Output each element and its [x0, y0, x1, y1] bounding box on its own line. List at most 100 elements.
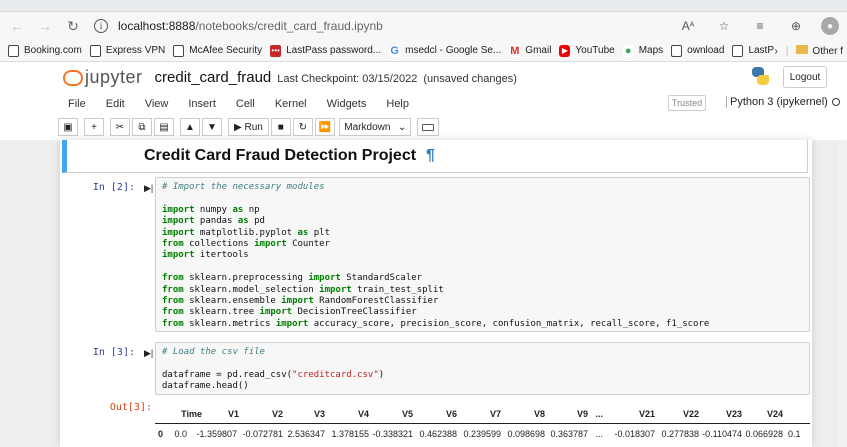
code-line: from sklearn.preprocessing import Standa…	[162, 273, 423, 284]
column-header: V8	[533, 409, 545, 419]
table-cell: 1.378155	[331, 429, 369, 439]
kernel-indicator: Python 3 (ipykernel)	[726, 96, 840, 108]
url-path: /notebooks/credit_card_fraud.ipynb	[195, 19, 383, 33]
table-header-row: Time V1 V2 V3 V4 V5 V6 V7 V8 V9 ... V21 …	[155, 406, 810, 424]
menu-file[interactable]: File	[68, 98, 86, 110]
bookmark-msedcl-google[interactable]: Gmsedcl - Google Se...	[389, 44, 501, 57]
column-header: V1	[227, 409, 239, 419]
table-cell: 0.277838	[661, 429, 699, 439]
menu-widgets[interactable]: Widgets	[327, 98, 367, 110]
profile-avatar[interactable]: ●	[821, 17, 839, 35]
paste-icon[interactable]: ▤	[154, 118, 174, 136]
run-cell-icon[interactable]: ▶|	[144, 348, 153, 359]
notebook-menubar: File Edit View Insert Cell Kernel Widget…	[58, 93, 840, 115]
code-line: from sklearn.tree import DecisionTreeCla…	[162, 307, 417, 318]
google-icon: G	[389, 44, 401, 57]
restart-icon[interactable]: ↻	[292, 118, 313, 136]
table-cell: 2.536347	[287, 429, 325, 439]
menu-view[interactable]: View	[145, 98, 169, 110]
bookmark-youtube[interactable]: ▶ YouTube	[559, 44, 615, 57]
table-cell: -0.072781	[242, 429, 283, 439]
column-header: V2	[271, 409, 283, 419]
run-button[interactable]: ▶ Run	[228, 118, 269, 136]
column-header: V22	[682, 409, 699, 419]
jupyter-orb-icon	[62, 68, 83, 86]
page-icon	[89, 44, 101, 57]
menu-cell[interactable]: Cell	[236, 98, 255, 110]
notebook-container: Credit Card Fraud Detection Project ¶ In …	[60, 140, 812, 447]
table-cell: 0.098698	[507, 429, 545, 439]
keyboard-icon	[422, 123, 435, 131]
jupyter-logo[interactable]: jupyter	[62, 67, 143, 88]
table-cell: 0.239599	[463, 429, 501, 439]
url-host: localhost:8888	[118, 19, 196, 33]
menu-insert[interactable]: Insert	[188, 98, 216, 110]
bookmark-download[interactable]: ownload	[671, 44, 724, 57]
chevron-right-icon[interactable]: ›	[774, 46, 777, 57]
favorites-list-icon[interactable]: ≡	[749, 15, 771, 37]
play-icon: ▶	[234, 121, 245, 133]
forward-arrow-icon[interactable]: →	[34, 15, 56, 37]
code-cell-load-csv[interactable]: # Load the csv file dataframe = pd.read_…	[155, 342, 810, 395]
page-icon	[8, 44, 19, 57]
bookmarks-divider: |	[785, 45, 789, 57]
anchor-link[interactable]: ¶	[426, 147, 435, 164]
trusted-indicator[interactable]: Trusted	[668, 95, 706, 111]
code-cell-imports[interactable]: # Import the necessary modules import nu…	[155, 177, 810, 332]
code-line: import numpy as np	[162, 204, 260, 215]
move-down-icon[interactable]: ▼	[202, 118, 222, 136]
column-header: V21	[638, 409, 655, 419]
run-cell-icon[interactable]: ▶|	[144, 183, 153, 194]
read-aloud-icon[interactable]: Aᴬ	[677, 15, 699, 37]
page-scrollbar[interactable]	[838, 140, 847, 447]
save-icon[interactable]: ▣	[58, 118, 78, 136]
gmail-icon: M	[509, 44, 521, 57]
bookmark-gmail[interactable]: M Gmail	[509, 44, 551, 57]
site-info-icon[interactable]: i	[94, 19, 108, 33]
cell-type-select[interactable]: Markdown ⌄	[339, 118, 412, 136]
bookmark-express-vpn[interactable]: Express VPN	[89, 44, 165, 57]
column-header: V6	[445, 409, 457, 419]
insert-cell-icon[interactable]: +	[84, 118, 104, 136]
bookmark-booking[interactable]: Booking.com	[8, 44, 82, 57]
menu-kernel[interactable]: Kernel	[275, 98, 307, 110]
url-field[interactable]: i localhost:8888/notebooks/credit_card_f…	[94, 19, 383, 33]
bookmark-lastpass-password[interactable]: ••• LastPass password...	[270, 44, 381, 57]
python-logo-icon	[750, 66, 770, 86]
restart-run-all-icon[interactable]: ⏩	[314, 118, 336, 136]
favorite-star-icon[interactable]: ☆	[713, 15, 735, 37]
code-line: import itertools	[162, 250, 249, 261]
copy-icon[interactable]: ⧉	[132, 118, 152, 136]
bookmark-mcafee[interactable]: McAfee Security	[173, 44, 262, 57]
markdown-cell-selected[interactable]: Credit Card Fraud Detection Project ¶	[62, 140, 808, 173]
interrupt-icon[interactable]: ■	[270, 118, 291, 136]
bookmark-maps[interactable]: ● Maps	[622, 44, 663, 57]
column-header: V3	[313, 409, 325, 419]
collections-icon[interactable]: ⊕	[785, 15, 807, 37]
menu-help[interactable]: Help	[386, 98, 409, 110]
other-favorites-folder[interactable]: Other f	[796, 45, 843, 57]
column-header: ...	[595, 409, 603, 419]
cut-icon[interactable]: ✂	[110, 118, 130, 136]
chevron-down-icon: ⌄	[397, 121, 407, 133]
maps-icon: ●	[622, 44, 634, 57]
command-palette-button[interactable]	[417, 118, 440, 136]
code-line: from collections import Counter	[162, 238, 331, 249]
back-arrow-icon[interactable]: ←	[6, 15, 28, 37]
page-icon	[173, 44, 185, 57]
menu-edit[interactable]: Edit	[106, 98, 125, 110]
code-line: import pandas as pd	[162, 216, 265, 227]
bookmarks-bar: Booking.com Express VPN McAfee Security …	[0, 40, 847, 62]
table-cell: 0.066928	[745, 429, 783, 439]
dataframe-output: Time V1 V2 V3 V4 V5 V6 V7 V8 V9 ... V21 …	[155, 406, 810, 442]
page-icon	[671, 44, 683, 57]
page-icon	[732, 44, 744, 57]
code-line: from sklearn.model_selection import trai…	[162, 284, 444, 295]
logout-button[interactable]: Logout	[783, 66, 827, 88]
column-header: V4	[357, 409, 369, 419]
column-header: V23	[725, 409, 742, 419]
notebook-name[interactable]: credit_card_fraud	[155, 69, 272, 86]
column-header: Time	[181, 409, 202, 419]
reload-icon[interactable]: ↻	[62, 15, 84, 37]
move-up-icon[interactable]: ▲	[180, 118, 200, 136]
